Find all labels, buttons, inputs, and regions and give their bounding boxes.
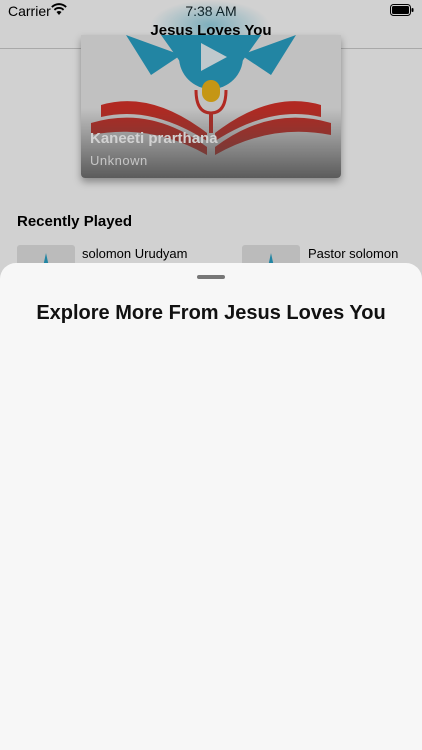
sheet-title: Explore More From Jesus Loves You [36,302,386,324]
explore-bottom-sheet: Explore More From Jesus Loves You [0,263,422,750]
sheet-drag-handle[interactable] [197,275,225,279]
